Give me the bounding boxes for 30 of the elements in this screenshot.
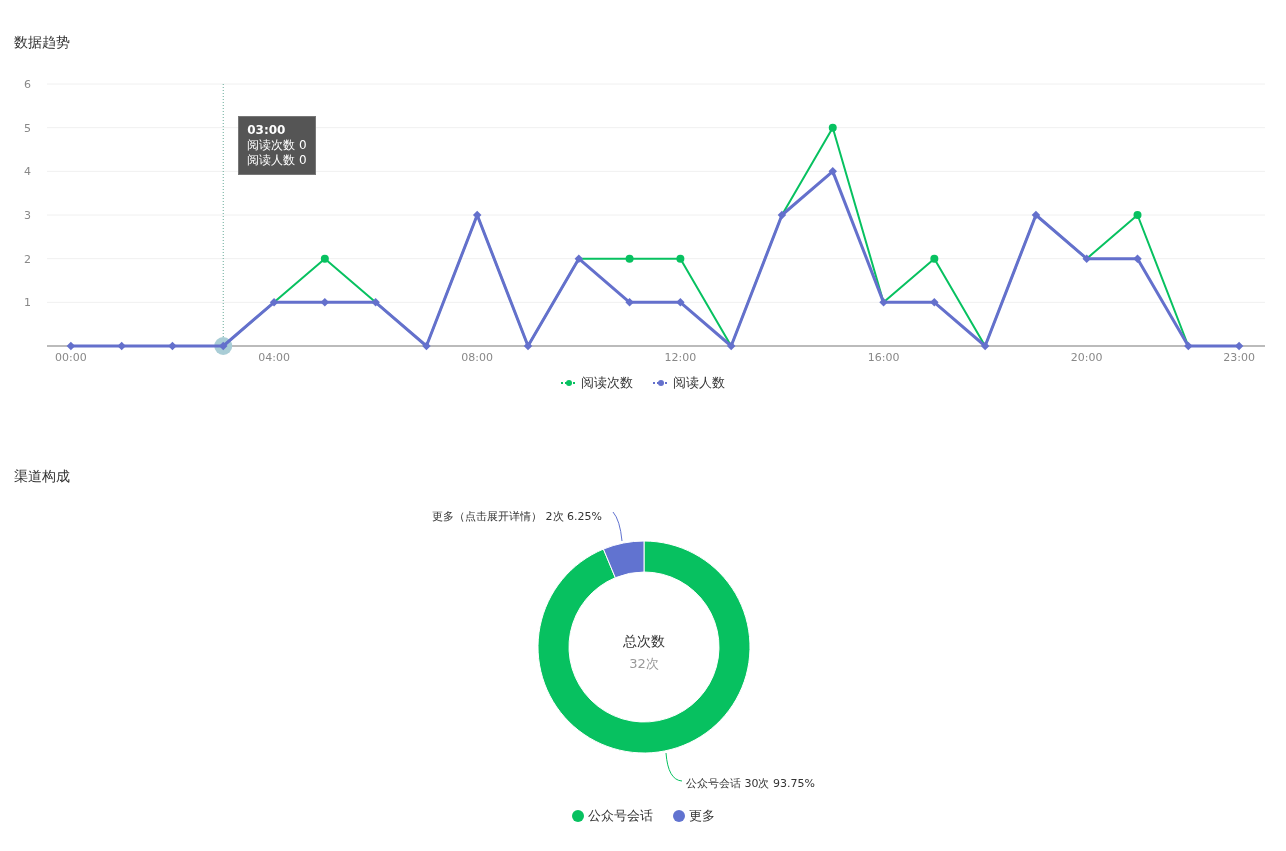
leader-line [665, 752, 683, 782]
tooltip-title: 03:00 [247, 123, 287, 138]
axis-label: 5 [24, 121, 31, 135]
axis-label: 1 [24, 296, 31, 310]
legend-label[interactable]: 公众号会话 [587, 807, 653, 825]
legend-line-icon [653, 379, 669, 387]
axis-label: 3 [24, 209, 31, 222]
center-title: 总次数 [623, 633, 665, 649]
axis-label: 16:00 [867, 351, 900, 364]
tooltip-row: 阅读次数 0 [247, 138, 307, 153]
axis-label: 12:00 [664, 351, 697, 364]
axis-label: 6 [24, 78, 31, 91]
axis-label: 2 [24, 252, 31, 266]
center-value: 32次 [629, 656, 659, 671]
slice-label: 更多（点击展开详情） 2次 6.25% [432, 510, 602, 523]
legend-label[interactable]: 更多 [688, 807, 715, 825]
axis-label: 4 [24, 165, 31, 179]
axis-label: 20:00 [1070, 351, 1103, 364]
axis-label: 00:00 [55, 351, 87, 364]
section-title: 数据趋势 [13, 33, 71, 52]
leader-line [612, 511, 623, 542]
axis-label: 04:00 [258, 351, 290, 364]
section-title: 渠道构成 [13, 467, 71, 486]
legend-label[interactable]: 阅读人数 [673, 374, 725, 392]
axis-label: 23:00 [1223, 351, 1255, 364]
slice-label: 公众号会话 30次 93.75% [686, 777, 815, 790]
legend-line-icon [561, 379, 577, 387]
tooltip-row: 阅读人数 0 [247, 153, 307, 168]
axis-label: 08:00 [461, 351, 494, 364]
legend-label[interactable]: 阅读次数 [581, 374, 633, 392]
